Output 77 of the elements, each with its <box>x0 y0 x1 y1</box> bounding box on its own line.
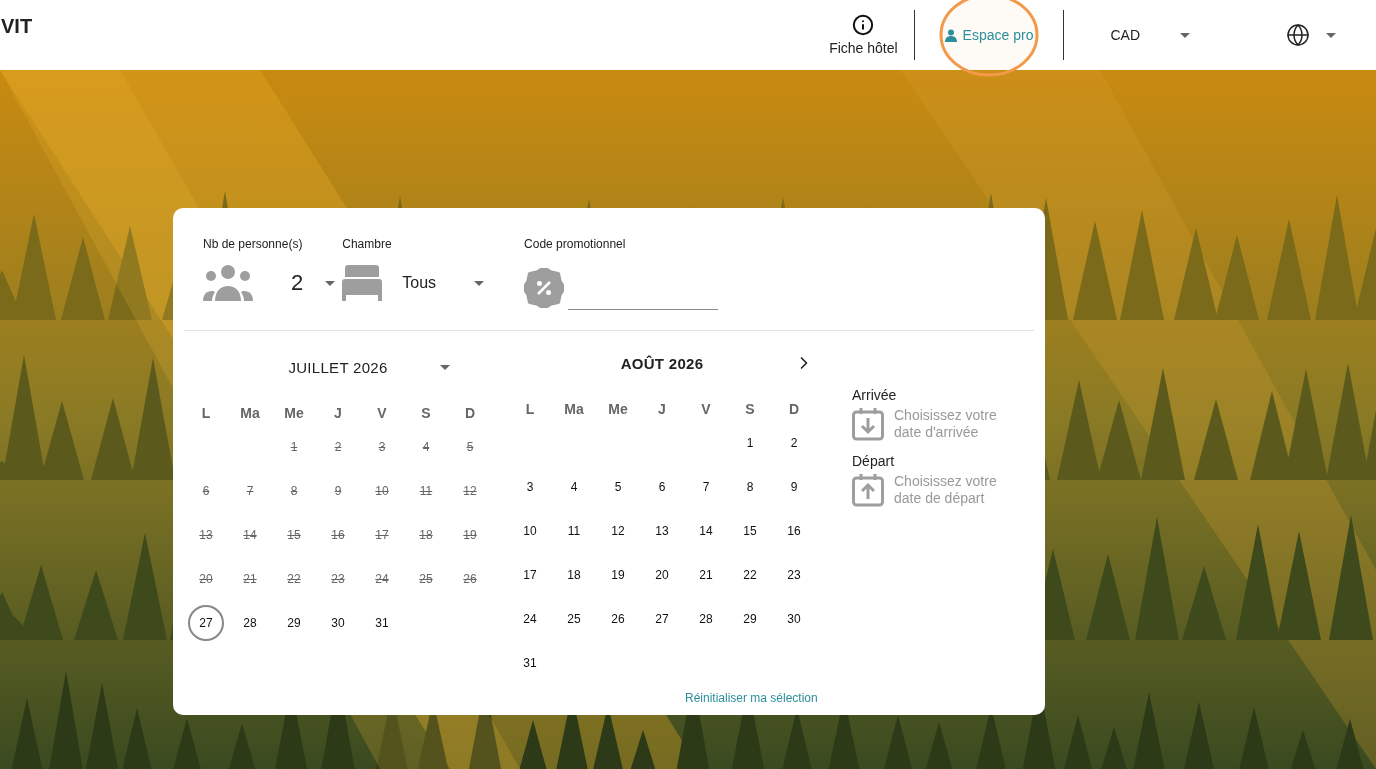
currency-select[interactable]: CAD <box>1064 0 1236 70</box>
weekday-label: V <box>700 400 712 417</box>
calendar-day[interactable]: 26 <box>596 597 640 641</box>
bed-icon <box>342 265 383 301</box>
weekday-label: S <box>744 400 756 417</box>
field-label: Chambre <box>342 237 393 251</box>
calendar-day[interactable]: 29 <box>728 597 772 641</box>
weekday-label: Ma <box>239 404 261 421</box>
calendar-day[interactable]: 9 <box>772 465 816 509</box>
calendar-day[interactable]: 19 <box>596 553 640 597</box>
calendar-day[interactable]: 6 <box>640 465 684 509</box>
weekday-label: Ma <box>563 400 585 417</box>
calendar-day[interactable]: 31 <box>360 601 404 645</box>
calendar-day[interactable]: 15 <box>728 509 772 553</box>
month-title: AOÛT 2026 <box>620 354 704 372</box>
calendar-day[interactable]: 24 <box>508 597 552 641</box>
caret-icon <box>325 280 336 286</box>
weekday-label: V <box>376 404 388 421</box>
calendar-day[interactable]: 25 <box>552 597 596 641</box>
weekday-label: S <box>420 404 432 421</box>
logo: VIT <box>1 14 33 38</box>
person-icon <box>944 28 957 42</box>
weekday-label: D <box>787 400 801 417</box>
calendar-day[interactable]: 3 <box>508 465 552 509</box>
caret-icon <box>1326 32 1336 38</box>
calendar-day[interactable]: 29 <box>272 601 316 645</box>
calendar-day[interactable]: 21 <box>684 553 728 597</box>
field-label: Code promotionnel <box>524 237 627 251</box>
reset-selection-link[interactable]: Réinitialiser ma sélection <box>685 691 818 705</box>
calendar-day[interactable]: 28 <box>228 601 272 645</box>
calendar-day[interactable]: 13 <box>640 509 684 553</box>
month-title: JUILLET 2026 <box>288 358 388 376</box>
hotel-info-link[interactable]: Fiche hôtel <box>813 0 914 70</box>
calendar-day[interactable]: 14 <box>684 509 728 553</box>
calendar-day[interactable]: 1 <box>728 421 772 465</box>
calendar-day[interactable]: 30 <box>316 601 360 645</box>
calendar-day[interactable]: 16 <box>772 509 816 553</box>
weekday-label: J <box>333 404 343 421</box>
weekday-label: J <box>657 400 667 417</box>
calendar-day[interactable]: 23 <box>772 553 816 597</box>
info-icon <box>852 14 875 36</box>
stay-label: Arrivée <box>852 387 898 403</box>
date-hint: Choisissez votre date de départ <box>894 473 998 507</box>
room-select[interactable]: Tous <box>398 274 489 292</box>
weekday-label: L <box>524 400 536 417</box>
discount-badge-icon <box>524 267 565 308</box>
month-dropdown-button[interactable] <box>438 362 452 372</box>
weekday-label: Me <box>283 404 305 421</box>
calendar-day[interactable]: 4 <box>552 465 596 509</box>
calendar-day[interactable]: 18 <box>552 553 596 597</box>
caret-icon <box>440 364 450 370</box>
calendar-day[interactable]: 20 <box>640 553 684 597</box>
pro-space-link[interactable]: Espace pro <box>914 0 1064 70</box>
calendar-day[interactable]: 28 <box>684 597 728 641</box>
calendar-day[interactable]: 27 <box>640 597 684 641</box>
calendar-day[interactable]: 22 <box>728 553 772 597</box>
weekday-label: L <box>200 404 212 421</box>
globe-icon <box>1286 23 1310 47</box>
calendar-day[interactable]: 10 <box>508 509 552 553</box>
calendar-day[interactable]: 2 <box>772 421 816 465</box>
calendar-day[interactable]: 5 <box>596 465 640 509</box>
calendar-day[interactable]: 7 <box>684 465 728 509</box>
calendar-day[interactable]: 31 <box>508 641 552 685</box>
weekday-label: Me <box>607 400 629 417</box>
caret-icon <box>474 280 485 286</box>
calendar-day[interactable]: 12 <box>596 509 640 553</box>
persons-select[interactable]: 2 <box>287 270 340 296</box>
stay-label: Départ <box>852 453 896 469</box>
caret-icon <box>1180 32 1190 38</box>
calendar-day[interactable]: 30 <box>772 597 816 641</box>
calendar-day[interactable]: 11 <box>552 509 596 553</box>
date-hint: Choisissez votre date d'arrivée <box>894 407 998 441</box>
people-icon <box>203 265 253 301</box>
weekday-label: D <box>463 404 477 421</box>
calendar-day[interactable]: 17 <box>508 553 552 597</box>
calendar-day[interactable]: 8 <box>728 465 772 509</box>
field-label: Nb de personne(s) <box>203 237 304 251</box>
